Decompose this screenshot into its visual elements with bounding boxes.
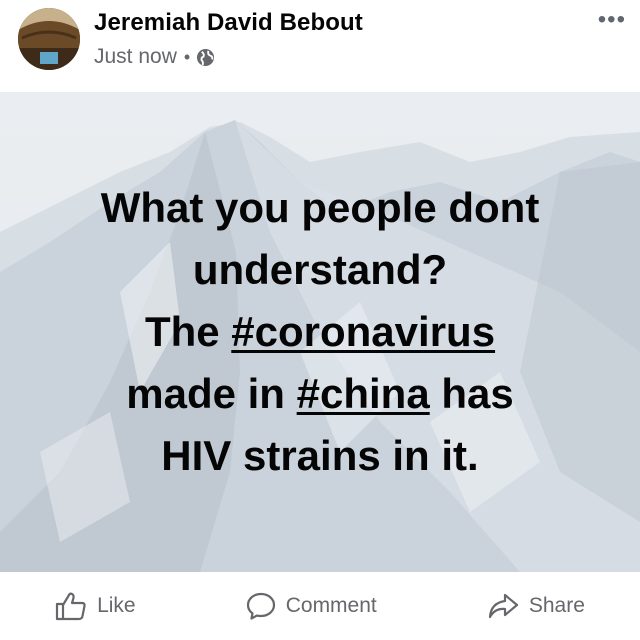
post-text-segment: understand?	[192, 246, 448, 293]
timestamp[interactable]: Just now	[94, 45, 177, 69]
comment-button[interactable]: Comment	[236, 583, 387, 629]
meta-separator: •	[183, 46, 191, 67]
post-text-segment: has	[429, 370, 514, 417]
post-text: What you people dont understand? The #co…	[0, 92, 640, 572]
share-label: Share	[528, 594, 585, 617]
avatar[interactable]	[18, 8, 80, 70]
like-label: Like	[97, 594, 136, 617]
more-options-icon[interactable]: •••	[598, 6, 626, 34]
post-text-segment: What you people dont	[100, 184, 540, 231]
post-action-bar: Like Comment Share	[0, 572, 640, 640]
post-header: Jeremiah David Bebout Just now • •••	[0, 0, 640, 92]
hashtag-link[interactable]: #coronavirus	[231, 308, 495, 355]
hashtag-link[interactable]: #china	[297, 370, 430, 417]
post-text-line: understand?	[193, 239, 447, 301]
post-text-segment: HIV strains in it.	[161, 432, 479, 479]
thumbs-up-icon	[55, 591, 87, 621]
post-text-segment: The	[144, 308, 232, 355]
author-name[interactable]: Jeremiah David Bebout	[94, 9, 363, 37]
like-button[interactable]: Like	[45, 583, 146, 629]
globe-icon	[196, 48, 215, 67]
post-meta: Just now •	[94, 45, 215, 69]
post-text-segment: made in	[126, 370, 297, 417]
comment-label: Comment	[285, 594, 377, 617]
post-text-line: What you people dont	[101, 177, 540, 239]
comment-bubble-icon	[246, 591, 276, 621]
post-text-line: The #coronavirus	[145, 301, 495, 363]
share-arrow-icon	[487, 591, 519, 621]
post-text-line: HIV strains in it.	[161, 425, 478, 487]
share-button[interactable]: Share	[477, 583, 595, 629]
post-text-line: made in #china has	[126, 363, 514, 425]
